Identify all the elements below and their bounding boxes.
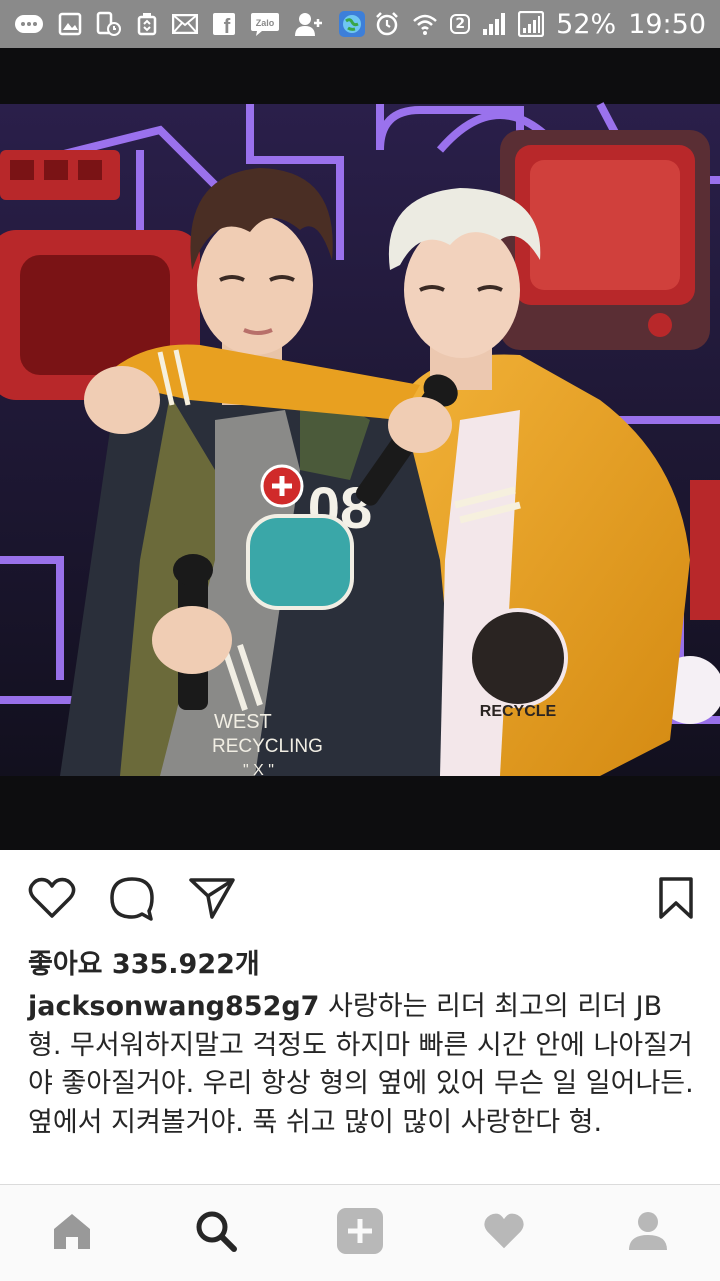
heart-icon — [28, 876, 76, 924]
jacket-x: " X " — [243, 762, 274, 779]
activity-heart-icon — [482, 1211, 526, 1255]
chat-bubble-icon — [14, 11, 44, 37]
save-button[interactable] — [650, 874, 702, 926]
nav-search[interactable] — [190, 1207, 242, 1259]
jacket-text: WEST — [214, 711, 272, 733]
nav-add-post[interactable] — [334, 1207, 386, 1259]
nav-home[interactable] — [46, 1207, 98, 1259]
nav-activity[interactable] — [478, 1207, 530, 1259]
share-icon — [188, 876, 236, 924]
like-count[interactable]: 좋아요 335.922개 — [28, 942, 260, 981]
nav-profile[interactable] — [622, 1207, 674, 1259]
add-post-icon — [336, 1207, 384, 1259]
share-button[interactable] — [186, 874, 238, 926]
globe-app-icon — [338, 11, 366, 37]
comment-button[interactable] — [106, 874, 158, 926]
home-icon — [50, 1211, 94, 1255]
wifi-icon — [412, 11, 438, 37]
add-user-icon — [294, 11, 324, 37]
sim-2-icon: 2 — [450, 14, 471, 34]
mail-icon — [172, 11, 198, 37]
post-photo-illustration: 08 WEST RECYCLING " X " RECYCLE — [0, 48, 720, 850]
recycle-patch: RECYCLE — [480, 703, 557, 720]
jacket-recycling: RECYCLING — [212, 736, 323, 757]
comment-icon — [109, 875, 155, 925]
facebook-icon: f — [212, 11, 236, 37]
bookmark-icon — [658, 876, 694, 924]
alarm-icon — [374, 11, 400, 37]
image-icon — [58, 11, 82, 37]
caption-username[interactable]: jacksonwang852g7 — [28, 991, 319, 1022]
post-caption: jacksonwang852g7 사랑하는 리더 최고의 리더 JB 형. 무서… — [28, 988, 694, 1142]
search-icon — [194, 1209, 238, 1257]
map-patch — [246, 514, 354, 610]
signal-box-icon — [518, 11, 545, 37]
phone-clock-icon — [96, 11, 122, 37]
zalo-icon: Zalo — [250, 11, 280, 37]
system-status: 2 52% 19:50 — [374, 9, 706, 40]
recycle-icon — [136, 11, 158, 37]
post-actions — [0, 850, 720, 946]
bottom-navigation — [0, 1184, 720, 1281]
post-photo[interactable]: 08 WEST RECYCLING " X " RECYCLE — [0, 48, 720, 850]
profile-icon — [627, 1210, 669, 1256]
facebook-glyph: f — [224, 16, 231, 36]
status-bar: f Zalo 2 52% 19:50 — [0, 0, 720, 48]
zalo-label: Zalo — [256, 18, 275, 28]
signal-icon — [482, 11, 506, 37]
battery-level: 52% — [556, 8, 617, 40]
notification-icons: f Zalo — [14, 11, 366, 37]
like-button[interactable] — [26, 874, 78, 926]
clock: 19:50 — [628, 8, 706, 40]
